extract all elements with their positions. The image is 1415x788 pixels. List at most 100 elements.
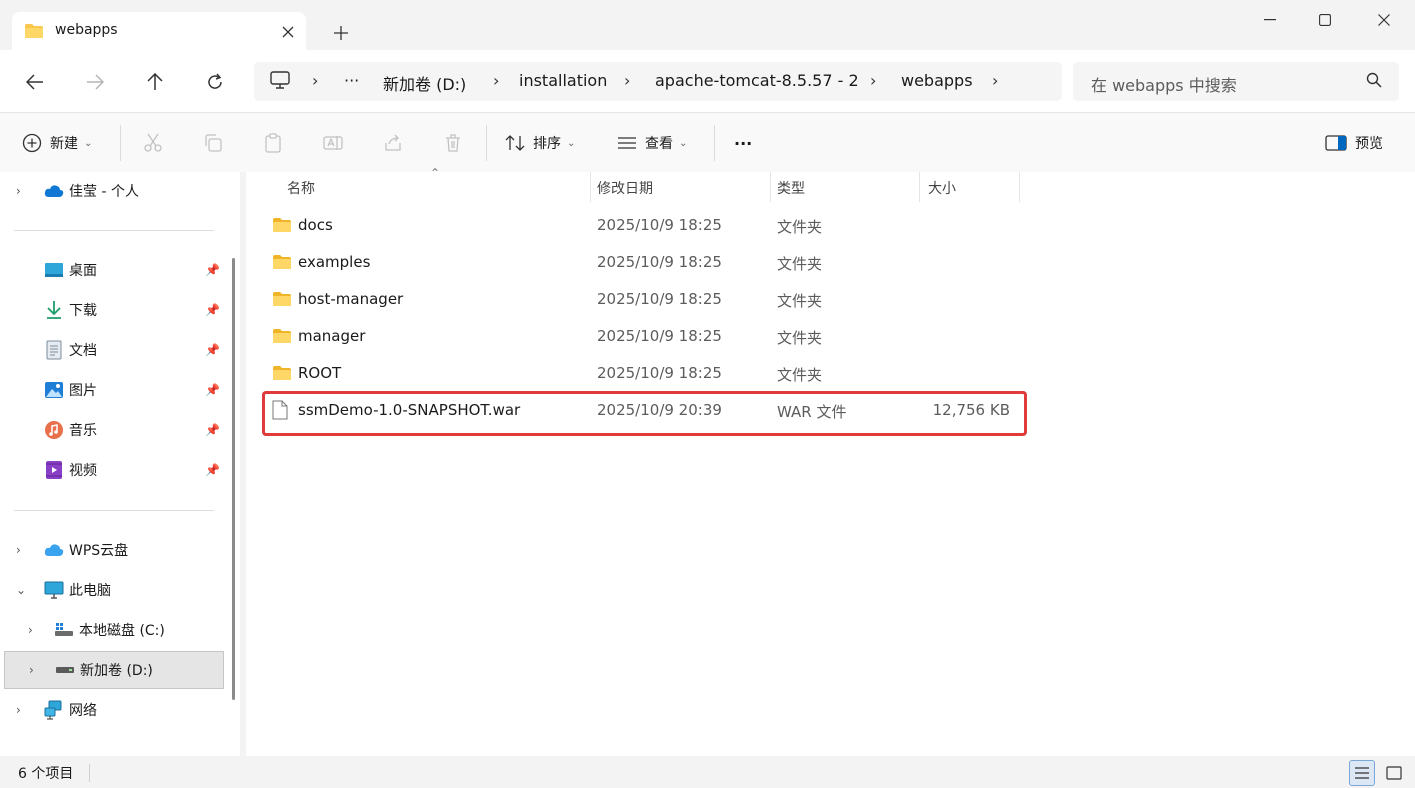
- breadcrumb-drive-d[interactable]: 新加卷 (D:): [383, 71, 466, 95]
- breadcrumb-webapps[interactable]: webapps: [901, 71, 973, 90]
- details-view-icon[interactable]: [1349, 760, 1375, 786]
- chevron-right-icon[interactable]: ›: [16, 703, 30, 717]
- breadcrumb-separator[interactable]: ›: [870, 71, 876, 90]
- column-divider[interactable]: [770, 172, 771, 202]
- new-tab-button[interactable]: [328, 20, 354, 46]
- refresh-button[interactable]: [200, 67, 230, 97]
- minimize-button[interactable]: [1250, 6, 1290, 34]
- nav-onedrive[interactable]: › 佳莹 - 个人: [0, 172, 226, 210]
- nav-documents-label: 文档: [69, 343, 97, 359]
- nav-network-label: 网络: [69, 703, 97, 719]
- new-button[interactable]: 新建 ⌄: [22, 130, 92, 156]
- sidebar-scrollbar[interactable]: [232, 258, 235, 700]
- nav-this-pc[interactable]: ⌄ 此电脑: [0, 571, 226, 609]
- sidebar-divider: [14, 510, 214, 511]
- document-icon: [44, 340, 64, 360]
- up-button[interactable]: [140, 67, 170, 97]
- file-date: 2025/10/9 18:25: [597, 327, 722, 345]
- search-icon: [1366, 72, 1382, 88]
- nav-documents[interactable]: 文档 📌: [0, 331, 226, 369]
- view-button[interactable]: 查看 ⌄: [617, 130, 687, 156]
- nav-onedrive-label: 佳莹 - 个人: [69, 184, 139, 200]
- rename-icon[interactable]: [320, 131, 346, 155]
- sort-button[interactable]: 排序 ⌄: [505, 130, 575, 156]
- search-input[interactable]: 在 webapps 中搜索: [1091, 72, 1237, 96]
- chevron-right-icon[interactable]: ›: [29, 663, 43, 677]
- nav-wps-cloud[interactable]: › WPS云盘: [0, 531, 226, 569]
- breadcrumb-separator[interactable]: ›: [312, 71, 318, 90]
- breadcrumb-separator[interactable]: ›: [624, 71, 630, 90]
- file-row[interactable]: manager 2025/10/9 18:25 文件夹: [260, 319, 1028, 356]
- delete-icon[interactable]: [440, 131, 466, 155]
- nav-videos-label: 视频: [69, 463, 97, 479]
- computer-icon: [44, 580, 64, 600]
- pin-icon[interactable]: 📌: [205, 343, 220, 357]
- nav-desktop[interactable]: 桌面 📌: [0, 251, 226, 289]
- share-icon[interactable]: [380, 131, 406, 155]
- pin-icon[interactable]: 📌: [205, 423, 220, 437]
- nav-music[interactable]: 音乐 📌: [0, 411, 226, 449]
- column-divider[interactable]: [590, 172, 591, 202]
- close-window-button[interactable]: [1364, 6, 1404, 34]
- column-divider[interactable]: [1019, 172, 1020, 202]
- pin-icon[interactable]: 📌: [205, 463, 220, 477]
- address-bar[interactable]: › ··· 新加卷 (D:) › installation › apache-t…: [254, 62, 1062, 101]
- nav-network[interactable]: › 网络: [0, 691, 226, 729]
- file-row[interactable]: examples 2025/10/9 18:25 文件夹: [260, 245, 1028, 282]
- column-header-date[interactable]: 修改日期: [597, 178, 653, 198]
- column-header-name[interactable]: 名称: [287, 178, 315, 198]
- nav-drive-d[interactable]: › 新加卷 (D:): [4, 651, 224, 689]
- breadcrumb-separator[interactable]: ›: [992, 71, 998, 90]
- nav-drive-d-label: 新加卷 (D:): [80, 663, 153, 679]
- nav-pictures-label: 图片: [69, 383, 97, 399]
- large-icons-view-icon[interactable]: [1381, 760, 1407, 786]
- file-row[interactable]: ROOT 2025/10/9 18:25 文件夹: [260, 356, 1028, 393]
- file-date: 2025/10/9 18:25: [597, 290, 722, 308]
- file-name: manager: [298, 327, 366, 345]
- pin-icon[interactable]: 📌: [205, 263, 220, 277]
- file-type: 文件夹: [777, 329, 823, 347]
- breadcrumb-tomcat[interactable]: apache-tomcat-8.5.57 - 2: [655, 71, 859, 90]
- nav-pictures[interactable]: 图片 📌: [0, 371, 226, 409]
- close-tab-icon[interactable]: [277, 21, 299, 43]
- back-button[interactable]: [20, 67, 50, 97]
- pin-icon[interactable]: 📌: [205, 303, 220, 317]
- pin-icon[interactable]: 📌: [205, 383, 220, 397]
- column-divider[interactable]: [919, 172, 920, 202]
- chevron-down-icon: ⌄: [567, 137, 576, 149]
- maximize-button[interactable]: [1305, 6, 1345, 34]
- nav-drive-c-label: 本地磁盘 (C:): [79, 623, 165, 639]
- breadcrumb-separator[interactable]: ›: [493, 71, 499, 90]
- chevron-right-icon[interactable]: ›: [16, 543, 30, 557]
- nav-videos[interactable]: 视频 📌: [0, 451, 226, 489]
- sidebar-divider: [14, 230, 214, 231]
- column-header-size[interactable]: 大小: [928, 178, 956, 198]
- chevron-right-icon[interactable]: ›: [28, 623, 42, 637]
- nav-drive-c[interactable]: › 本地磁盘 (C:): [0, 611, 226, 649]
- preview-label: 预览: [1355, 136, 1383, 152]
- folder-icon: [272, 217, 292, 233]
- column-header-type[interactable]: 类型: [777, 178, 805, 198]
- more-button[interactable]: ···: [734, 130, 752, 156]
- search-box[interactable]: 在 webapps 中搜索: [1073, 62, 1399, 101]
- file-row[interactable]: docs 2025/10/9 18:25 文件夹: [260, 208, 1028, 245]
- file-row[interactable]: host-manager 2025/10/9 18:25 文件夹: [260, 282, 1028, 319]
- breadcrumb-overflow[interactable]: ···: [344, 71, 359, 90]
- window-tab[interactable]: webapps: [12, 12, 306, 50]
- preview-pane-button[interactable]: 预览: [1325, 130, 1383, 156]
- file-name: docs: [298, 216, 333, 234]
- chevron-right-icon[interactable]: ›: [16, 184, 30, 198]
- plus-circle-icon: [22, 133, 42, 153]
- copy-icon[interactable]: [200, 131, 226, 155]
- onedrive-cloud-icon: [44, 181, 64, 201]
- cut-icon[interactable]: [140, 131, 166, 155]
- chevron-down-icon[interactable]: ⌄: [16, 583, 30, 597]
- this-pc-icon[interactable]: [270, 71, 290, 89]
- download-icon: [44, 300, 64, 320]
- file-list: 名称 ⌃ 修改日期 类型 大小 docs 2025/10/9 18:25 文件夹…: [246, 166, 1415, 756]
- forward-button[interactable]: [80, 67, 110, 97]
- nav-downloads[interactable]: 下载 📌: [0, 291, 226, 329]
- paste-icon[interactable]: [260, 131, 286, 155]
- breadcrumb-installation[interactable]: installation: [519, 71, 607, 90]
- wps-cloud-icon: [44, 540, 64, 560]
